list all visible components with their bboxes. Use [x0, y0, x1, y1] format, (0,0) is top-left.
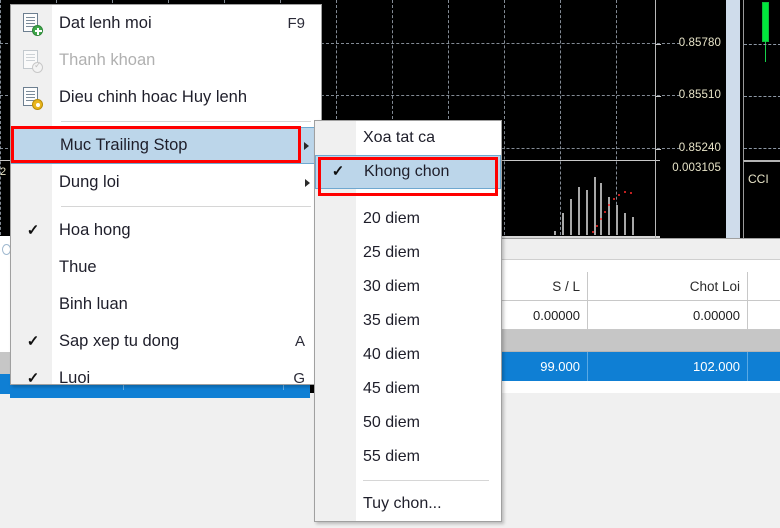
menu-item-taxes[interactable]: Thue — [11, 249, 321, 286]
submenu-item-label: 20 diem — [363, 210, 420, 227]
new-order-icon — [21, 12, 43, 36]
table-group-separator — [500, 330, 780, 352]
menu-separator — [61, 206, 311, 207]
submenu-item-label: Xoa tat ca — [363, 129, 436, 146]
cell-extra — [748, 301, 780, 330]
menu-item-modify-order[interactable]: Dieu chinh hoac Huy lenh — [11, 79, 321, 116]
terminal-tab-strip[interactable] — [500, 260, 780, 272]
chevron-right-icon — [304, 141, 309, 150]
indicator-value-label: 0.003105 — [672, 162, 721, 174]
price-label-2: 0.85240 — [678, 142, 721, 154]
menu-item-commission[interactable]: ✓ Hoa hong — [11, 212, 321, 249]
price-label-0: 0.85780 — [678, 37, 721, 49]
submenu-item-label: 50 diem — [363, 414, 420, 431]
submenu-item-label: Tuy chon... — [363, 495, 442, 512]
menu-item-label: Hoa hong — [59, 221, 131, 239]
menu-item-label: Sap xep tu dong — [59, 332, 180, 350]
indicator-histogram — [548, 163, 660, 235]
submenu-item-none[interactable]: ✓ Khong chon — [315, 155, 501, 189]
menu-item-trailing-stop[interactable]: Muc Trailing Stop — [11, 127, 321, 164]
terminal-table: S / L Chot Loi 0.00000 0.00000 99.000 10… — [500, 272, 780, 393]
menu-item-label: Binh luan — [59, 295, 128, 313]
menu-item-new-order[interactable]: Dat lenh moi F9 — [11, 5, 321, 42]
submenu-item-45-points[interactable]: 45 diem — [315, 372, 501, 406]
menu-separator — [61, 121, 311, 122]
submenu-item-label: 55 diem — [363, 448, 420, 465]
menu-item-label: Luoi — [59, 369, 91, 387]
cell-sl: 0.00000 — [500, 301, 588, 330]
submenu-item-custom[interactable]: Tuy chon... — [315, 487, 501, 521]
submenu-item-delete-all[interactable]: Xoa tat ca — [315, 121, 501, 155]
submenu-item-label: 40 diem — [363, 346, 420, 363]
menu-item-grid[interactable]: ✓ Luoi G — [11, 360, 321, 397]
chevron-right-icon — [305, 178, 310, 187]
cell-takeprofit: 0.00000 — [588, 301, 748, 330]
screenshot-root: 0.85780 0.85510 0.85240 0.003105 CCI 2 1… — [0, 0, 780, 528]
cell-sl-selected: 99.000 — [500, 352, 588, 381]
context-menu[interactable]: Dat lenh moi F9 Thanh khoan Dieu chinh h… — [10, 4, 322, 387]
submenu-item-35-points[interactable]: 35 diem — [315, 304, 501, 338]
submenu-separator — [363, 480, 489, 481]
submenu-item-label: Khong chon — [364, 163, 450, 180]
column-header-takeprofit[interactable]: Chot Loi — [588, 272, 748, 301]
submenu-item-label: 30 diem — [363, 278, 420, 295]
edge-price-fragment: 2 — [0, 166, 7, 178]
menu-item-label: Thue — [59, 258, 97, 276]
check-icon: ✓ — [331, 163, 345, 180]
menu-item-stop-loss[interactable]: Dung loi — [11, 164, 321, 201]
cci-label: CCI — [748, 172, 769, 186]
chart-splitter[interactable] — [726, 0, 740, 240]
submenu-item-20-points[interactable]: 20 diem — [315, 202, 501, 236]
menu-item-label: Muc Trailing Stop — [60, 136, 188, 154]
check-icon: ✓ — [26, 332, 40, 350]
table-row[interactable]: 0.00000 0.00000 — [500, 301, 780, 330]
price-label-1: 0.85510 — [678, 89, 721, 101]
submenu-item-30-points[interactable]: 30 diem — [315, 270, 501, 304]
candlestick-bullish — [762, 2, 769, 42]
submenu-item-label: 25 diem — [363, 244, 420, 261]
menu-item-label: Thanh khoan — [59, 51, 156, 69]
modify-order-icon — [21, 86, 43, 110]
submenu-item-40-points[interactable]: 40 diem — [315, 338, 501, 372]
terminal-toolbar[interactable] — [500, 238, 780, 260]
submenu-separator — [363, 195, 489, 196]
menu-item-label: Dieu chinh hoac Huy lenh — [59, 88, 248, 106]
menu-item-close-order: Thanh khoan — [11, 42, 321, 79]
check-icon: ✓ — [26, 369, 40, 387]
column-header-extra[interactable] — [748, 272, 780, 301]
cci-indicator-pane[interactable]: CCI — [743, 160, 780, 240]
submenu-item-25-points[interactable]: 25 diem — [315, 236, 501, 270]
menu-item-comment[interactable]: Binh luan — [11, 286, 321, 323]
submenu-item-label: 35 diem — [363, 312, 420, 329]
submenu-item-50-points[interactable]: 50 diem — [315, 406, 501, 440]
table-row-selected[interactable]: 99.000 102.000 — [500, 352, 780, 381]
menu-item-auto-arrange[interactable]: ✓ Sap xep tu dong A — [11, 323, 321, 360]
price-scale[interactable]: 0.85780 0.85510 0.85240 0.003105 — [655, 0, 725, 240]
cell-extra-selected — [748, 352, 780, 381]
cell-takeprofit-selected: 102.000 — [588, 352, 748, 381]
check-icon: ✓ — [26, 221, 40, 239]
menu-item-label: Dat lenh moi — [59, 14, 152, 32]
column-header-sl[interactable]: S / L — [500, 272, 588, 301]
menu-item-accel: F9 — [287, 15, 305, 32]
trailing-stop-submenu[interactable]: Xoa tat ca ✓ Khong chon 20 diem 25 diem … — [314, 120, 502, 522]
menu-item-label: Dung loi — [59, 173, 120, 191]
table-header-row: S / L Chot Loi — [500, 272, 780, 301]
close-order-icon — [21, 49, 43, 73]
submenu-item-label: 45 diem — [363, 380, 420, 397]
submenu-item-55-points[interactable]: 55 diem — [315, 440, 501, 474]
